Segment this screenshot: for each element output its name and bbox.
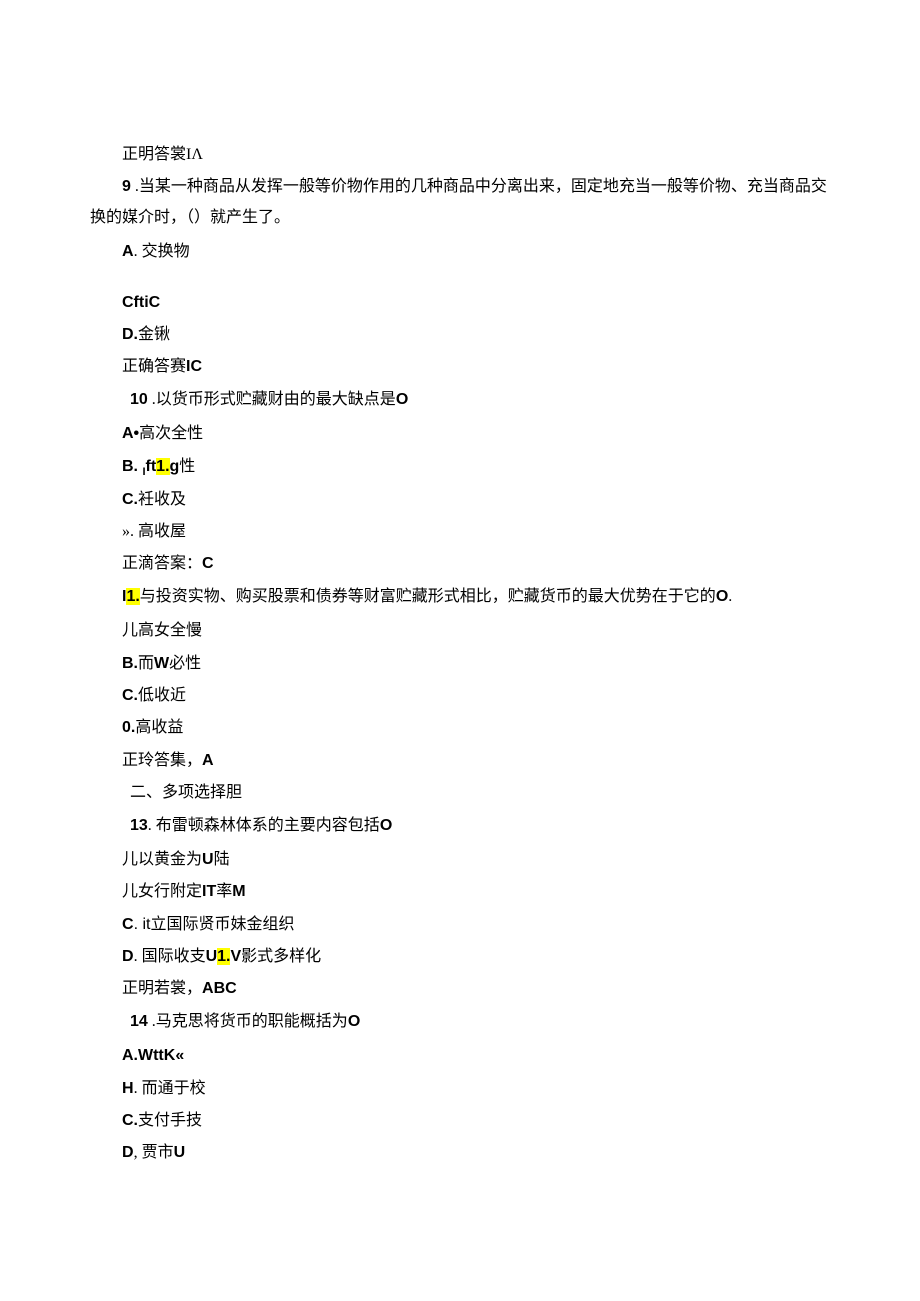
option-d-tail: 影式多样化 bbox=[241, 948, 321, 965]
answer-line-8: 正明答裳IΛ bbox=[90, 140, 830, 170]
question-14: 14 .马克思将货币的职能概括为O bbox=[90, 1007, 830, 1037]
option-b-text: 而 bbox=[138, 655, 154, 672]
option-c-text: 低收近 bbox=[138, 687, 186, 704]
highlight-text: 1. bbox=[126, 588, 139, 605]
q9-answer: 正确答赛IC bbox=[90, 352, 830, 382]
question-13: 13. 布雷顿森林体系的主要内容包括O bbox=[90, 811, 830, 841]
q14-option-d: D, 贾市U bbox=[90, 1138, 830, 1168]
q11-dot: . bbox=[728, 588, 732, 605]
q10-end: O bbox=[396, 391, 408, 408]
q9-option-d: D.金锹 bbox=[90, 320, 830, 350]
option-b-mid: 率 bbox=[216, 883, 232, 900]
option-a-u: U bbox=[202, 851, 214, 868]
answer-value: ABC bbox=[202, 980, 237, 997]
option-label-b: B. bbox=[122, 655, 138, 672]
option-a-text: 高次全性 bbox=[139, 425, 203, 442]
option-label-d: D bbox=[122, 948, 134, 965]
q9-option-c: CftiC bbox=[90, 288, 830, 318]
option-a-text: . 交换物 bbox=[134, 243, 190, 260]
highlight-text: 1. bbox=[156, 458, 169, 475]
option-b-tail: 必性 bbox=[169, 655, 201, 672]
answer-value: A bbox=[202, 752, 214, 769]
option-label-c: C. bbox=[122, 491, 138, 508]
q10-option-b: B. Ift1.g性 bbox=[90, 452, 830, 483]
option-label-h: H bbox=[122, 1080, 134, 1097]
q10-text: .以货币形式贮藏财由的最大缺点是 bbox=[148, 391, 396, 408]
question-10: 10 .以货币形式贮藏财由的最大缺点是O bbox=[90, 385, 830, 415]
option-label-c: C bbox=[122, 916, 134, 933]
q11-option-d: 0.高收益 bbox=[90, 713, 830, 743]
q14-option-b: H. 而通于校 bbox=[90, 1074, 830, 1104]
option-d-v: V bbox=[230, 948, 241, 965]
option-d-u: U bbox=[206, 948, 218, 965]
option-d-text: , 贾市 bbox=[134, 1144, 174, 1161]
option-a-text: 儿以黄金为 bbox=[122, 851, 202, 868]
q11-text: 与投资实物、购买股票和债券等财富贮藏形式相比，贮藏货币的最大优势在于它的 bbox=[140, 588, 716, 605]
q10-option-c: C.衽收及 bbox=[90, 485, 830, 515]
option-label-b: B. bbox=[122, 458, 142, 475]
option-label-a: A bbox=[122, 243, 134, 260]
q14-text: .马克思将货币的职能概括为 bbox=[148, 1013, 348, 1030]
option-d-text: 高收益 bbox=[135, 719, 183, 736]
option-label-a: A• bbox=[122, 425, 139, 442]
option-d-text: . 国际收支 bbox=[134, 948, 206, 965]
question-9: 9 .当某一种商品从发挥一般等价物作用的几种商品中分离出来，固定地充当一般等价物… bbox=[90, 172, 830, 233]
option-b-text: 儿女行附定 bbox=[122, 883, 202, 900]
q13-text: . 布雷顿森林体系的主要内容包括 bbox=[148, 817, 380, 834]
option-b-mid: ft bbox=[146, 458, 157, 475]
section-2-heading: 二、多项选择胆 bbox=[90, 778, 830, 808]
option-label-d: 0. bbox=[122, 719, 135, 736]
option-c-text: 支付手技 bbox=[138, 1112, 202, 1129]
q13-option-c: C. it立国际贤币妹金组织 bbox=[90, 910, 830, 940]
q11-option-a: 儿高女全慢 bbox=[90, 616, 830, 646]
q14-option-a: A.WttK« bbox=[90, 1041, 830, 1071]
option-c-tail: 立国际贤币妹金组织 bbox=[150, 916, 294, 933]
q10-option-d: ». 高收屋 bbox=[90, 517, 830, 547]
option-c-it: . it bbox=[134, 916, 151, 933]
option-label-c: C. bbox=[122, 1112, 138, 1129]
option-b-it: IT bbox=[202, 883, 216, 900]
q13-answer: 正明若裳，ABC bbox=[90, 974, 830, 1004]
q9-number: 9 bbox=[122, 178, 131, 195]
option-d-text: 金锹 bbox=[138, 326, 170, 343]
option-d-u: U bbox=[174, 1144, 186, 1161]
answer-prefix: 正明若裳， bbox=[122, 980, 202, 997]
answer-prefix: 正确答赛 bbox=[122, 358, 186, 375]
q11-answer: 正玲答集，A bbox=[90, 746, 830, 776]
q13-number: 13 bbox=[130, 817, 148, 834]
option-a-tail: 陆 bbox=[214, 851, 230, 868]
option-label-d: D. bbox=[122, 326, 138, 343]
option-label-c: C. bbox=[122, 687, 138, 704]
option-b-text: . 而通于校 bbox=[134, 1080, 206, 1097]
option-c-text: 衽收及 bbox=[138, 491, 186, 508]
q13-option-d: D. 国际收支U1.V影式多样化 bbox=[90, 942, 830, 972]
q9-option-a: A. 交换物 bbox=[90, 237, 830, 267]
q11-o: O bbox=[716, 588, 728, 605]
q13-option-b: 儿女行附定IT率M bbox=[90, 877, 830, 907]
option-b-end: g bbox=[170, 458, 180, 475]
option-b-w: W bbox=[154, 655, 169, 672]
q14-number: 14 bbox=[130, 1013, 148, 1030]
answer-prefix: 正滴答案： bbox=[122, 555, 202, 572]
q14-end: O bbox=[348, 1013, 360, 1030]
question-11: I1.与投资实物、购买股票和债券等财富贮藏形式相比，贮藏货币的最大优势在于它的O… bbox=[90, 582, 830, 612]
option-b-tail: 性 bbox=[179, 458, 195, 475]
q11-option-b: B.而W必性 bbox=[90, 649, 830, 679]
q13-end: O bbox=[380, 817, 392, 834]
option-label-d: D bbox=[122, 1144, 134, 1161]
q11-option-c: C.低收近 bbox=[90, 681, 830, 711]
q10-answer: 正滴答案：C bbox=[90, 549, 830, 579]
q14-option-c: C.支付手技 bbox=[90, 1106, 830, 1136]
q10-number: 10 bbox=[130, 391, 148, 408]
answer-value: IC bbox=[186, 358, 202, 375]
option-b-m: M bbox=[232, 883, 245, 900]
q9-text: .当某一种商品从发挥一般等价物作用的几种商品中分离出来，固定地充当一般等价物、充… bbox=[90, 178, 827, 225]
q10-option-a: A•高次全性 bbox=[90, 419, 830, 449]
answer-value: C bbox=[202, 555, 214, 572]
highlight-text: 1. bbox=[217, 948, 230, 965]
answer-prefix: 正玲答集， bbox=[122, 752, 202, 769]
q13-option-a: 儿以黄金为U陆 bbox=[90, 845, 830, 875]
